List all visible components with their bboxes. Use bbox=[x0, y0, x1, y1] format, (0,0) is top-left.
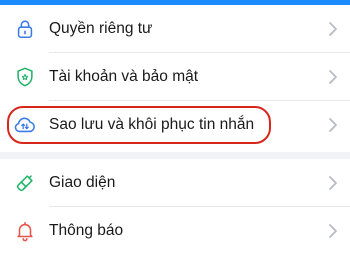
chevron-right-icon bbox=[329, 22, 337, 36]
lock-icon bbox=[13, 17, 37, 41]
chevron-right-icon bbox=[329, 118, 337, 132]
settings-item-notifications[interactable]: Thông báo bbox=[0, 207, 350, 255]
shield-icon bbox=[13, 65, 37, 89]
section-separator bbox=[0, 152, 350, 159]
settings-item-label: Quyền riêng tư bbox=[49, 20, 153, 37]
settings-item-label: Giao diện bbox=[49, 174, 116, 191]
settings-group-privacy: Quyền riêng tư Tài khoản và bảo mật Sao … bbox=[0, 5, 350, 149]
settings-item-label: Sao lưu và khôi phục tin nhắn bbox=[49, 116, 255, 133]
cloud-sync-icon bbox=[13, 113, 37, 137]
settings-item-appearance[interactable]: Giao diện bbox=[0, 159, 350, 207]
settings-item-label: Tài khoản và bảo mật bbox=[49, 68, 199, 85]
settings-item-label: Thông báo bbox=[49, 222, 124, 239]
chevron-right-icon bbox=[329, 224, 337, 238]
settings-item-account-security[interactable]: Tài khoản và bảo mật bbox=[0, 53, 350, 101]
settings-group-display: Giao diện Thông báo bbox=[0, 159, 350, 255]
settings-item-backup-restore[interactable]: Sao lưu và khôi phục tin nhắn bbox=[0, 101, 350, 149]
chevron-right-icon bbox=[329, 70, 337, 84]
paint-brush-icon bbox=[13, 171, 37, 195]
settings-item-privacy[interactable]: Quyền riêng tư bbox=[0, 5, 350, 53]
chevron-right-icon bbox=[329, 176, 337, 190]
bell-icon bbox=[13, 219, 37, 243]
